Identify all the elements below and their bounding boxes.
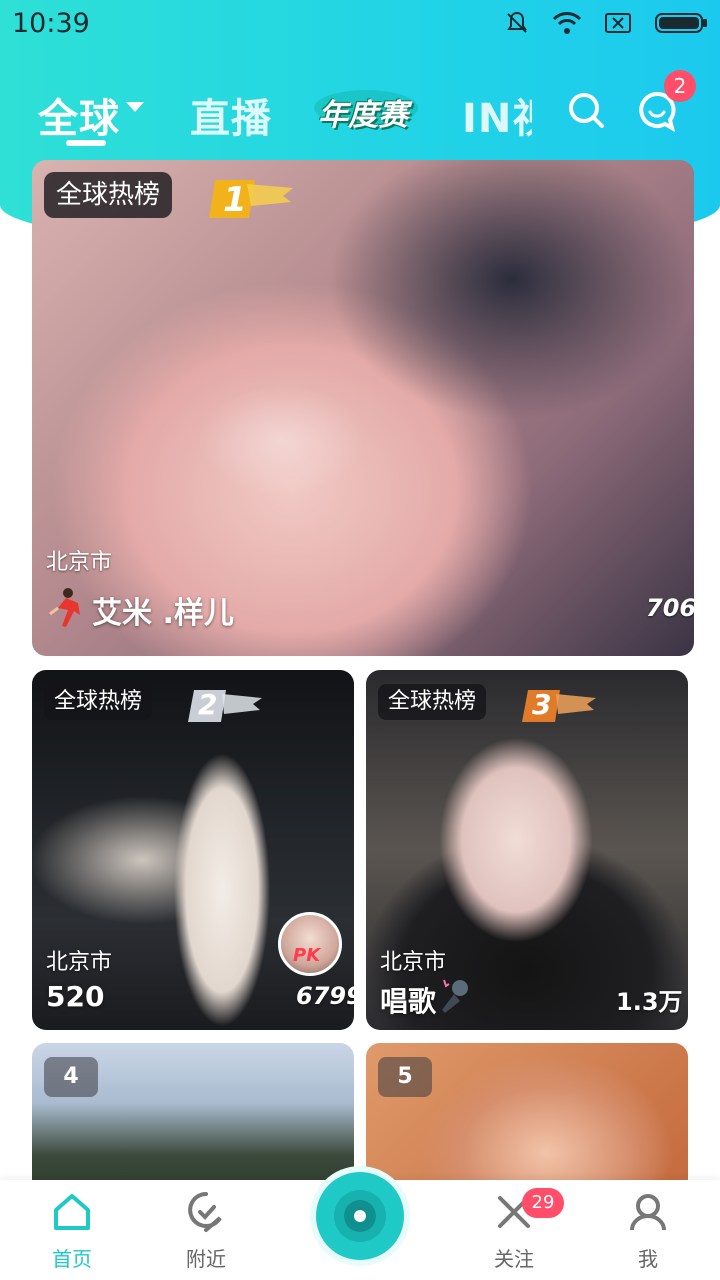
rank-label: 全球热榜 bbox=[44, 684, 153, 720]
microphone-icon bbox=[442, 979, 468, 1013]
bronze-medal-icon: 3 bbox=[522, 688, 602, 724]
rank-number: 3 bbox=[532, 688, 552, 721]
wifi-icon bbox=[552, 12, 582, 34]
follow-count-badge: 29 bbox=[522, 1188, 564, 1218]
profile-icon bbox=[630, 1194, 666, 1231]
camera-lens-icon bbox=[334, 1190, 386, 1242]
viewer-count: 6799 bbox=[296, 982, 354, 1010]
viewer-count: 706 bbox=[646, 594, 694, 622]
rank-label: 全球热榜 bbox=[44, 172, 173, 218]
viewer-count: 1.3万 bbox=[616, 988, 683, 1016]
dancer-icon bbox=[49, 588, 80, 627]
rank-number: 4 bbox=[44, 1057, 98, 1097]
status-bar: 10:39 bbox=[0, 0, 720, 50]
city-label: 北京市 bbox=[46, 550, 113, 575]
city-label: 北京市 bbox=[46, 950, 113, 975]
live-card-5[interactable]: 5 bbox=[366, 1043, 688, 1193]
tab-global[interactable]: 全球 bbox=[38, 86, 120, 144]
nav-home-label: 首页 bbox=[52, 1247, 92, 1271]
nav-me[interactable]: 我 bbox=[598, 1190, 698, 1272]
pk-avatar[interactable]: PK bbox=[278, 912, 342, 976]
streamer-name: 艾米 .样儿 bbox=[92, 596, 234, 631]
search-icon[interactable] bbox=[566, 90, 606, 130]
message-count-badge: 2 bbox=[664, 70, 696, 102]
battery-icon bbox=[655, 13, 707, 33]
nav-nearby-label: 附近 bbox=[186, 1247, 226, 1271]
silver-medal-icon: 2 bbox=[188, 688, 268, 724]
tab-in-video-clip[interactable]: IN视 bbox=[462, 78, 532, 138]
top-navigation: 全球 直播 年度赛 IN视 bbox=[0, 78, 720, 148]
nav-me-label: 我 bbox=[638, 1247, 658, 1271]
dropdown-caret-icon[interactable] bbox=[124, 100, 146, 114]
nav-home[interactable]: 首页 bbox=[22, 1190, 122, 1272]
rank-label: 全球热榜 bbox=[378, 684, 487, 720]
home-icon bbox=[54, 1194, 90, 1230]
pk-label: PK bbox=[293, 945, 321, 966]
go-live-button[interactable] bbox=[316, 1172, 404, 1260]
rank-number: 2 bbox=[198, 688, 218, 721]
rank-number: 1 bbox=[223, 180, 247, 220]
annual-contest-label: 年度赛 bbox=[318, 98, 408, 133]
live-card-4[interactable]: 4 bbox=[32, 1043, 354, 1193]
tab-annual-contest[interactable]: 年度赛 bbox=[312, 88, 420, 133]
nav-nearby[interactable]: 附近 bbox=[156, 1190, 256, 1272]
gold-medal-icon: 1 bbox=[207, 174, 297, 224]
streamer-name: 520 bbox=[46, 980, 105, 1013]
status-time: 10:39 bbox=[12, 8, 90, 39]
location-icon bbox=[188, 1192, 222, 1232]
streamer-name: 唱歌 bbox=[380, 985, 437, 1018]
city-label: 北京市 bbox=[380, 950, 447, 975]
rank-number: 5 bbox=[378, 1057, 432, 1097]
tab-live[interactable]: 直播 bbox=[190, 86, 272, 144]
active-tab-indicator bbox=[66, 140, 106, 146]
nav-follow-label: 关注 bbox=[494, 1247, 534, 1271]
live-card-1[interactable]: 全球热榜 1 北京市 艾米 .样儿 706 bbox=[32, 160, 694, 656]
live-card-2[interactable]: 全球热榜 2 PK 北京市 520 6799 bbox=[32, 670, 354, 1030]
tab-in-video: IN视 bbox=[462, 96, 532, 138]
live-card-3[interactable]: 全球热榜 3 北京市 唱歌 1.3万 bbox=[366, 670, 688, 1030]
status-icons bbox=[504, 10, 708, 36]
sim-off-icon bbox=[605, 13, 631, 33]
mute-bell-icon bbox=[507, 11, 527, 33]
